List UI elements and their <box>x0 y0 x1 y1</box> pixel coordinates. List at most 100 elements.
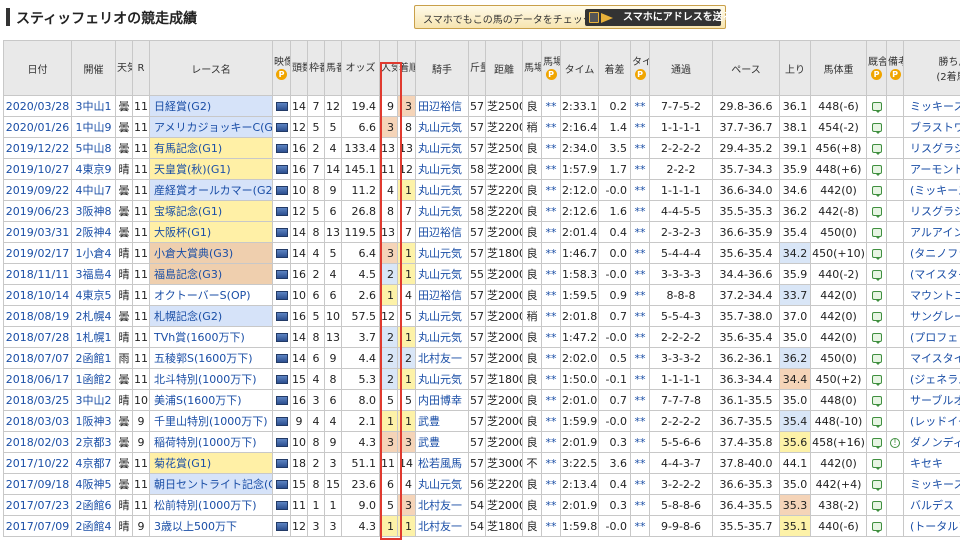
comment-icon[interactable] <box>871 165 882 176</box>
td-date[interactable]: 2018/08/19 <box>3 305 72 327</box>
td-note[interactable] <box>886 515 904 537</box>
td-winner[interactable]: バルデス <box>903 494 960 516</box>
td-video[interactable] <box>272 515 291 537</box>
td-note[interactable] <box>886 410 904 432</box>
video-icon[interactable] <box>275 396 288 405</box>
td-winner[interactable]: リスグラシュー <box>903 137 960 159</box>
td-jockey[interactable]: 丸山元気 <box>415 368 469 390</box>
td-jockey[interactable]: 松若風馬 <box>415 452 469 474</box>
td-jockey[interactable]: 北村友一 <box>415 494 469 516</box>
td-winner[interactable]: (プロフェット) <box>903 326 960 348</box>
td-race-name[interactable]: 福島記念(G3) <box>149 263 273 285</box>
td-venue[interactable]: 2函館4 <box>71 515 116 537</box>
comment-icon[interactable] <box>871 459 882 470</box>
td-video[interactable] <box>272 473 291 495</box>
td-venue[interactable]: 3福島4 <box>71 263 116 285</box>
td-date[interactable]: 2018/06/17 <box>3 368 72 390</box>
td-stable-comment[interactable] <box>866 95 887 117</box>
td-winner[interactable]: ミッキースワロー <box>903 95 960 117</box>
td-note[interactable] <box>886 95 904 117</box>
td-race-name[interactable]: TVh賞(1600万下) <box>149 326 273 348</box>
td-race-name[interactable]: 菊花賞(G1) <box>149 452 273 474</box>
td-note[interactable] <box>886 242 904 264</box>
td-jockey[interactable]: 武豊 <box>415 410 469 432</box>
td-note[interactable] <box>886 137 904 159</box>
td-note[interactable] <box>886 452 904 474</box>
comment-icon[interactable] <box>871 270 882 281</box>
td-video[interactable] <box>272 326 291 348</box>
td-time-index[interactable]: ** <box>630 410 650 432</box>
video-icon[interactable] <box>275 333 288 342</box>
td-video[interactable] <box>272 263 291 285</box>
td-video[interactable] <box>272 137 291 159</box>
td-winner[interactable]: (タニノフランケル) <box>903 242 960 264</box>
comment-icon[interactable] <box>871 249 882 260</box>
video-icon[interactable] <box>275 459 288 468</box>
td-stable-comment[interactable] <box>866 263 887 285</box>
td-venue[interactable]: 1阪神3 <box>71 410 116 432</box>
td-time-index[interactable]: ** <box>630 431 650 453</box>
td-jockey[interactable]: 内田博幸 <box>415 389 469 411</box>
video-icon[interactable] <box>275 165 288 174</box>
td-time-index[interactable]: ** <box>630 158 650 180</box>
td-jockey[interactable]: 丸山元気 <box>415 242 469 264</box>
td-track-index[interactable]: ** <box>541 326 561 348</box>
td-race-name[interactable]: 宝塚記念(G1) <box>149 200 273 222</box>
td-time-index[interactable]: ** <box>630 137 650 159</box>
video-icon[interactable] <box>275 249 288 258</box>
td-time-index[interactable]: ** <box>630 494 650 516</box>
td-video[interactable] <box>272 200 291 222</box>
video-icon[interactable] <box>275 522 288 531</box>
td-stable-comment[interactable] <box>866 305 887 327</box>
td-stable-comment[interactable] <box>866 326 887 348</box>
td-stable-comment[interactable] <box>866 221 887 243</box>
td-race-name[interactable]: 産経賞オールカマー(G2) <box>149 179 273 201</box>
td-race-name[interactable]: 北斗特別(1000万下) <box>149 368 273 390</box>
td-jockey[interactable]: 丸山元気 <box>415 137 469 159</box>
td-note[interactable] <box>886 200 904 222</box>
td-date[interactable]: 2018/10/14 <box>3 284 72 306</box>
td-track-index[interactable]: ** <box>541 431 561 453</box>
td-date[interactable]: 2020/03/28 <box>3 95 72 117</box>
td-note[interactable] <box>886 494 904 516</box>
td-video[interactable] <box>272 494 291 516</box>
video-icon[interactable] <box>275 480 288 489</box>
td-video[interactable] <box>272 410 291 432</box>
td-venue[interactable]: 4京都7 <box>71 452 116 474</box>
td-note[interactable] <box>886 284 904 306</box>
td-time-index[interactable]: ** <box>630 284 650 306</box>
td-race-name[interactable]: 千里山特別(1000万下) <box>149 410 273 432</box>
td-winner[interactable]: アーモンドアイ <box>903 158 960 180</box>
td-video[interactable] <box>272 347 291 369</box>
td-track-index[interactable]: ** <box>541 137 561 159</box>
td-video[interactable] <box>272 452 291 474</box>
note-icon[interactable]: ! <box>890 437 900 448</box>
td-stable-comment[interactable] <box>866 347 887 369</box>
td-venue[interactable]: 3中山1 <box>71 95 116 117</box>
td-jockey[interactable]: 丸山元気 <box>415 326 469 348</box>
td-winner[interactable]: リスグラシュー <box>903 200 960 222</box>
td-note[interactable] <box>886 158 904 180</box>
td-venue[interactable]: 2函館6 <box>71 494 116 516</box>
td-stable-comment[interactable] <box>866 179 887 201</box>
td-date[interactable]: 2018/07/07 <box>3 347 72 369</box>
td-track-index[interactable]: ** <box>541 305 561 327</box>
video-icon[interactable] <box>275 501 288 510</box>
td-time-index[interactable]: ** <box>630 221 650 243</box>
td-time-index[interactable]: ** <box>630 347 650 369</box>
comment-icon[interactable] <box>871 417 882 428</box>
video-icon[interactable] <box>275 354 288 363</box>
td-time-index[interactable]: ** <box>630 242 650 264</box>
comment-icon[interactable] <box>871 396 882 407</box>
td-race-name[interactable]: 五稜郭S(1600万下) <box>149 347 273 369</box>
video-icon[interactable] <box>275 270 288 279</box>
td-note[interactable] <box>886 116 904 138</box>
td-date[interactable]: 2019/10/27 <box>3 158 72 180</box>
td-time-index[interactable]: ** <box>630 389 650 411</box>
td-video[interactable] <box>272 95 291 117</box>
td-race-name[interactable]: 美浦S(1600万下) <box>149 389 273 411</box>
td-race-name[interactable]: 朝日セントライト記念(G2) <box>149 473 273 495</box>
td-stable-comment[interactable] <box>866 158 887 180</box>
comment-icon[interactable] <box>871 291 882 302</box>
td-venue[interactable]: 4中山7 <box>71 179 116 201</box>
